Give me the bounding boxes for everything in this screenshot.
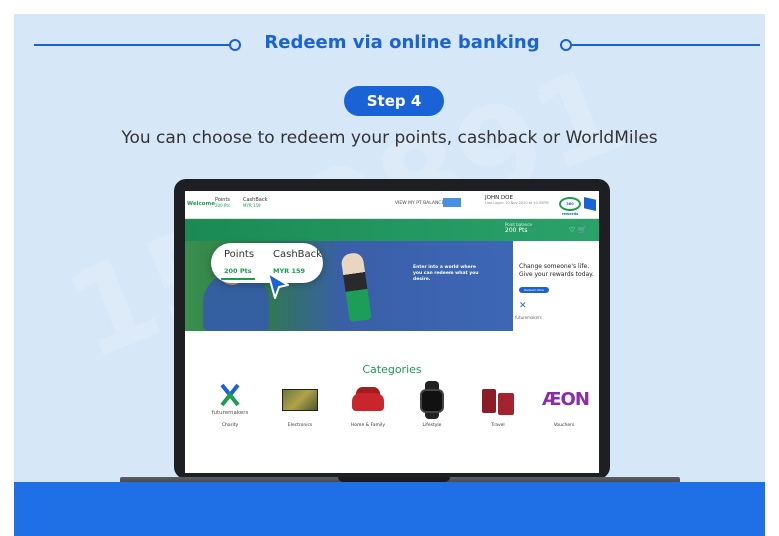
category-electronics[interactable]: Electronics xyxy=(269,381,331,428)
tv-icon xyxy=(278,381,322,419)
balance-link[interactable]: VIEW MY PT BALANCE xyxy=(395,201,444,206)
luggage-icon xyxy=(476,381,520,419)
category-label: Vouchers xyxy=(553,423,575,428)
callout-points-value: 200 Pts xyxy=(224,267,252,275)
category-label: Electronics xyxy=(287,423,313,428)
category-label: Lifestyle xyxy=(422,423,442,428)
category-home-family[interactable]: Home & Family xyxy=(337,381,399,428)
categories-title: Categories xyxy=(362,363,422,376)
portal-topbar: Welcome Points 200 Pts CashBack MYR 159 … xyxy=(185,191,599,219)
callout-active-underline xyxy=(221,278,255,280)
hero-tagline: Enter into a world where you can redeem … xyxy=(413,265,479,282)
category-label: Home & Family xyxy=(350,423,386,428)
futuremakers-logo-icon: ✕ xyxy=(519,301,527,311)
cooking-pot-icon xyxy=(346,381,390,419)
charity-logo-icon: futuremakers xyxy=(208,381,252,419)
category-label: Travel xyxy=(491,423,505,428)
aeon-logo-icon: ÆON xyxy=(542,389,590,410)
tab-cashback[interactable]: CashBack MYR 159 xyxy=(243,197,267,208)
title-line-right xyxy=(572,44,760,46)
balance-button[interactable] xyxy=(443,198,461,207)
rewards-logo-icon: 360 rewards xyxy=(559,197,581,216)
instruction-card: 1549891 Redeem via online banking Step 4… xyxy=(14,14,765,536)
smartwatch-icon xyxy=(410,381,454,419)
charity-logo-text: futuremakers xyxy=(212,410,249,416)
footer-band xyxy=(14,482,765,536)
tab-points-value: 200 Pts xyxy=(215,203,230,208)
category-charity[interactable]: futuremakers Charity xyxy=(199,381,261,428)
step-description: You can choose to redeem your points, ca… xyxy=(121,128,658,148)
user-info[interactable]: JOHN DOE Last Login: 10 Nov 2020 at 10:3… xyxy=(485,195,549,205)
promo-panel: Change someone's life. Give your rewards… xyxy=(513,241,599,331)
bank-logo-icon xyxy=(584,197,596,211)
promo-logo-text: futuremakers xyxy=(515,315,542,320)
points-bar: Point balance 200 Pts ♡ 🛒 xyxy=(185,219,599,241)
title-dot-left-icon xyxy=(229,39,241,51)
tab-points[interactable]: Points 200 Pts xyxy=(215,197,230,208)
redeem-now-button[interactable]: Redeem Now xyxy=(519,287,549,293)
laptop-screen: Welcome Points 200 Pts CashBack MYR 159 … xyxy=(185,191,599,473)
pointer-cursor-icon xyxy=(267,272,289,299)
user-last-login: Last Login: 10 Nov 2020 at 10:35PM xyxy=(485,201,549,205)
category-label: Charity xyxy=(221,423,239,428)
category-lifestyle[interactable]: Lifestyle xyxy=(401,381,463,428)
callout-cashback-label[interactable]: CashBack xyxy=(273,249,322,260)
title-line-left xyxy=(34,44,230,46)
title-row: Redeem via online banking xyxy=(14,30,765,60)
points-balance-value: 200 Pts xyxy=(505,227,528,234)
cart-icon[interactable]: ♡ 🛒 xyxy=(569,226,586,234)
tab-cashback-value: MYR 159 xyxy=(243,203,261,208)
points-balance: Point balance 200 Pts xyxy=(505,222,532,234)
welcome-text: Welcome xyxy=(187,201,215,207)
category-vouchers[interactable]: ÆON Vouchers xyxy=(533,381,595,428)
callout-points-label[interactable]: Points xyxy=(224,249,254,260)
category-travel[interactable]: Travel xyxy=(467,381,529,428)
promo-text: Change someone's life. Give your rewards… xyxy=(519,263,594,278)
hero-dancer-image xyxy=(340,251,372,323)
page-title: Redeem via online banking xyxy=(264,32,540,53)
title-dot-right-icon xyxy=(560,39,572,51)
step-badge: Step 4 xyxy=(344,86,444,116)
